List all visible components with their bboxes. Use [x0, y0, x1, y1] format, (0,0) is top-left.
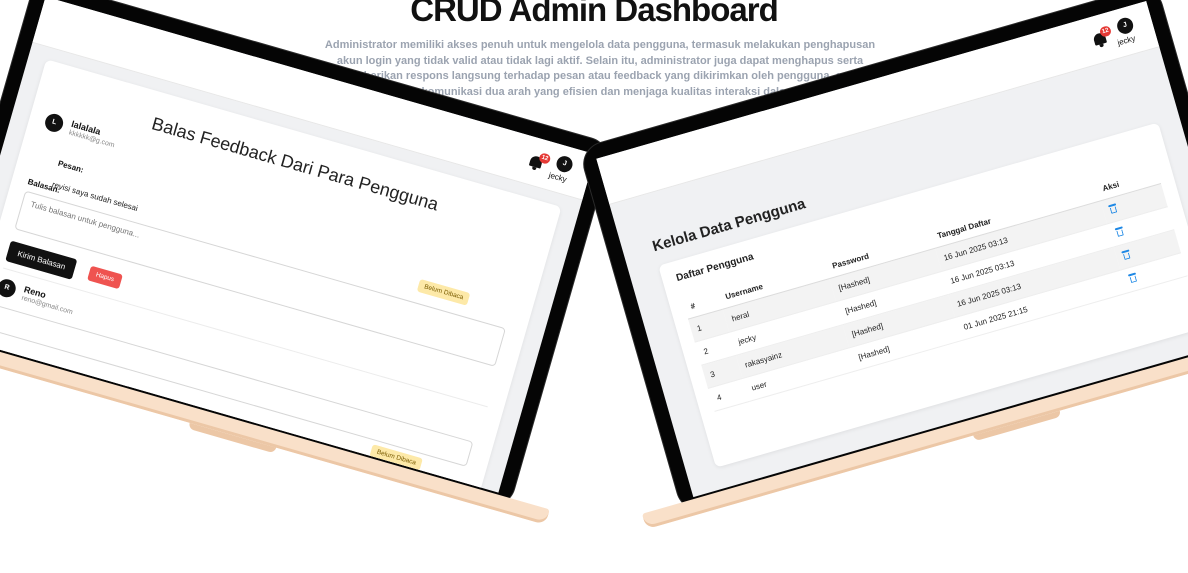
avatar[interactable]: J	[1115, 15, 1136, 36]
users-card: Daftar Pengguna # Username Password Tang…	[658, 122, 1188, 468]
delete-button[interactable]: Hapus	[87, 265, 123, 290]
trash-icon[interactable]	[1120, 249, 1131, 261]
send-reply-button[interactable]: Kirim Balasan	[5, 240, 78, 280]
bell-icon[interactable]: 12	[1092, 25, 1113, 49]
sender-avatar: R	[0, 277, 18, 300]
avatar[interactable]: J	[554, 154, 575, 175]
trash-icon[interactable]	[1107, 203, 1118, 214]
users-card-title: Daftar Pengguna	[674, 251, 755, 285]
bell-icon[interactable]: 12	[527, 152, 552, 172]
trash-icon[interactable]	[1127, 272, 1137, 284]
status-badge: Belum Dibaca	[416, 278, 471, 306]
message-label: Pesan:	[56, 158, 85, 175]
users-table: # Username Password Tanggal Daftar Aksi …	[682, 162, 1188, 412]
trash-icon[interactable]	[1114, 226, 1124, 238]
sender-email: reno@gmail.com	[20, 294, 74, 317]
user-name: jecky	[1116, 33, 1137, 48]
sender-avatar: L	[42, 111, 66, 135]
user-name: jecky	[547, 170, 568, 185]
